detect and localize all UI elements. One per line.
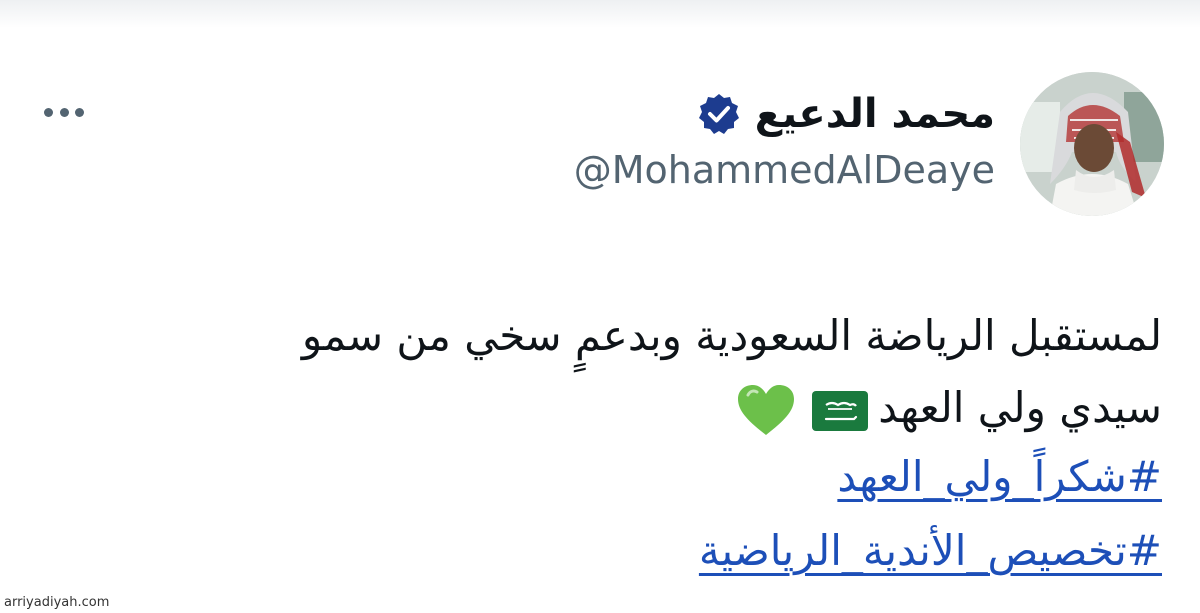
source-watermark: arriyadiyah.com: [4, 595, 110, 610]
more-horizontal-icon: [59, 107, 69, 117]
verified-badge-icon: [697, 92, 741, 136]
avatar[interactable]: [1020, 72, 1164, 216]
author-display-name[interactable]: محمد الدعيع: [755, 94, 995, 134]
profile-photo-icon: [1020, 72, 1164, 216]
tweet-text-fragment: سيدي ولي العهد: [878, 383, 1162, 432]
author-handle[interactable]: @MohammedAlDeaye: [574, 149, 995, 192]
more-horizontal-icon: [44, 107, 53, 117]
author-name-row: محمد الدعيع: [697, 86, 995, 142]
top-edge-fade: [0, 0, 1200, 28]
hashtag-link[interactable]: #تخصيص_الأندية_الرياضية: [699, 526, 1162, 576]
hashtag-link[interactable]: #شكراً_ولي_العهد: [837, 452, 1162, 502]
tweet-text-line-with-emoji: سيدي ولي العهد: [122, 378, 1162, 450]
more-options-button[interactable]: [38, 96, 90, 128]
more-horizontal-icon: [75, 107, 84, 117]
green-heart-emoji-icon: [736, 383, 796, 439]
tweet-text: لمستقبل الرياضة السعودية وبدعمٍ سخي من س…: [122, 306, 1162, 450]
saudi-flag-emoji-icon: [812, 390, 869, 431]
tweet-text-line: لمستقبل الرياضة السعودية وبدعمٍ سخي من س…: [301, 311, 1162, 360]
